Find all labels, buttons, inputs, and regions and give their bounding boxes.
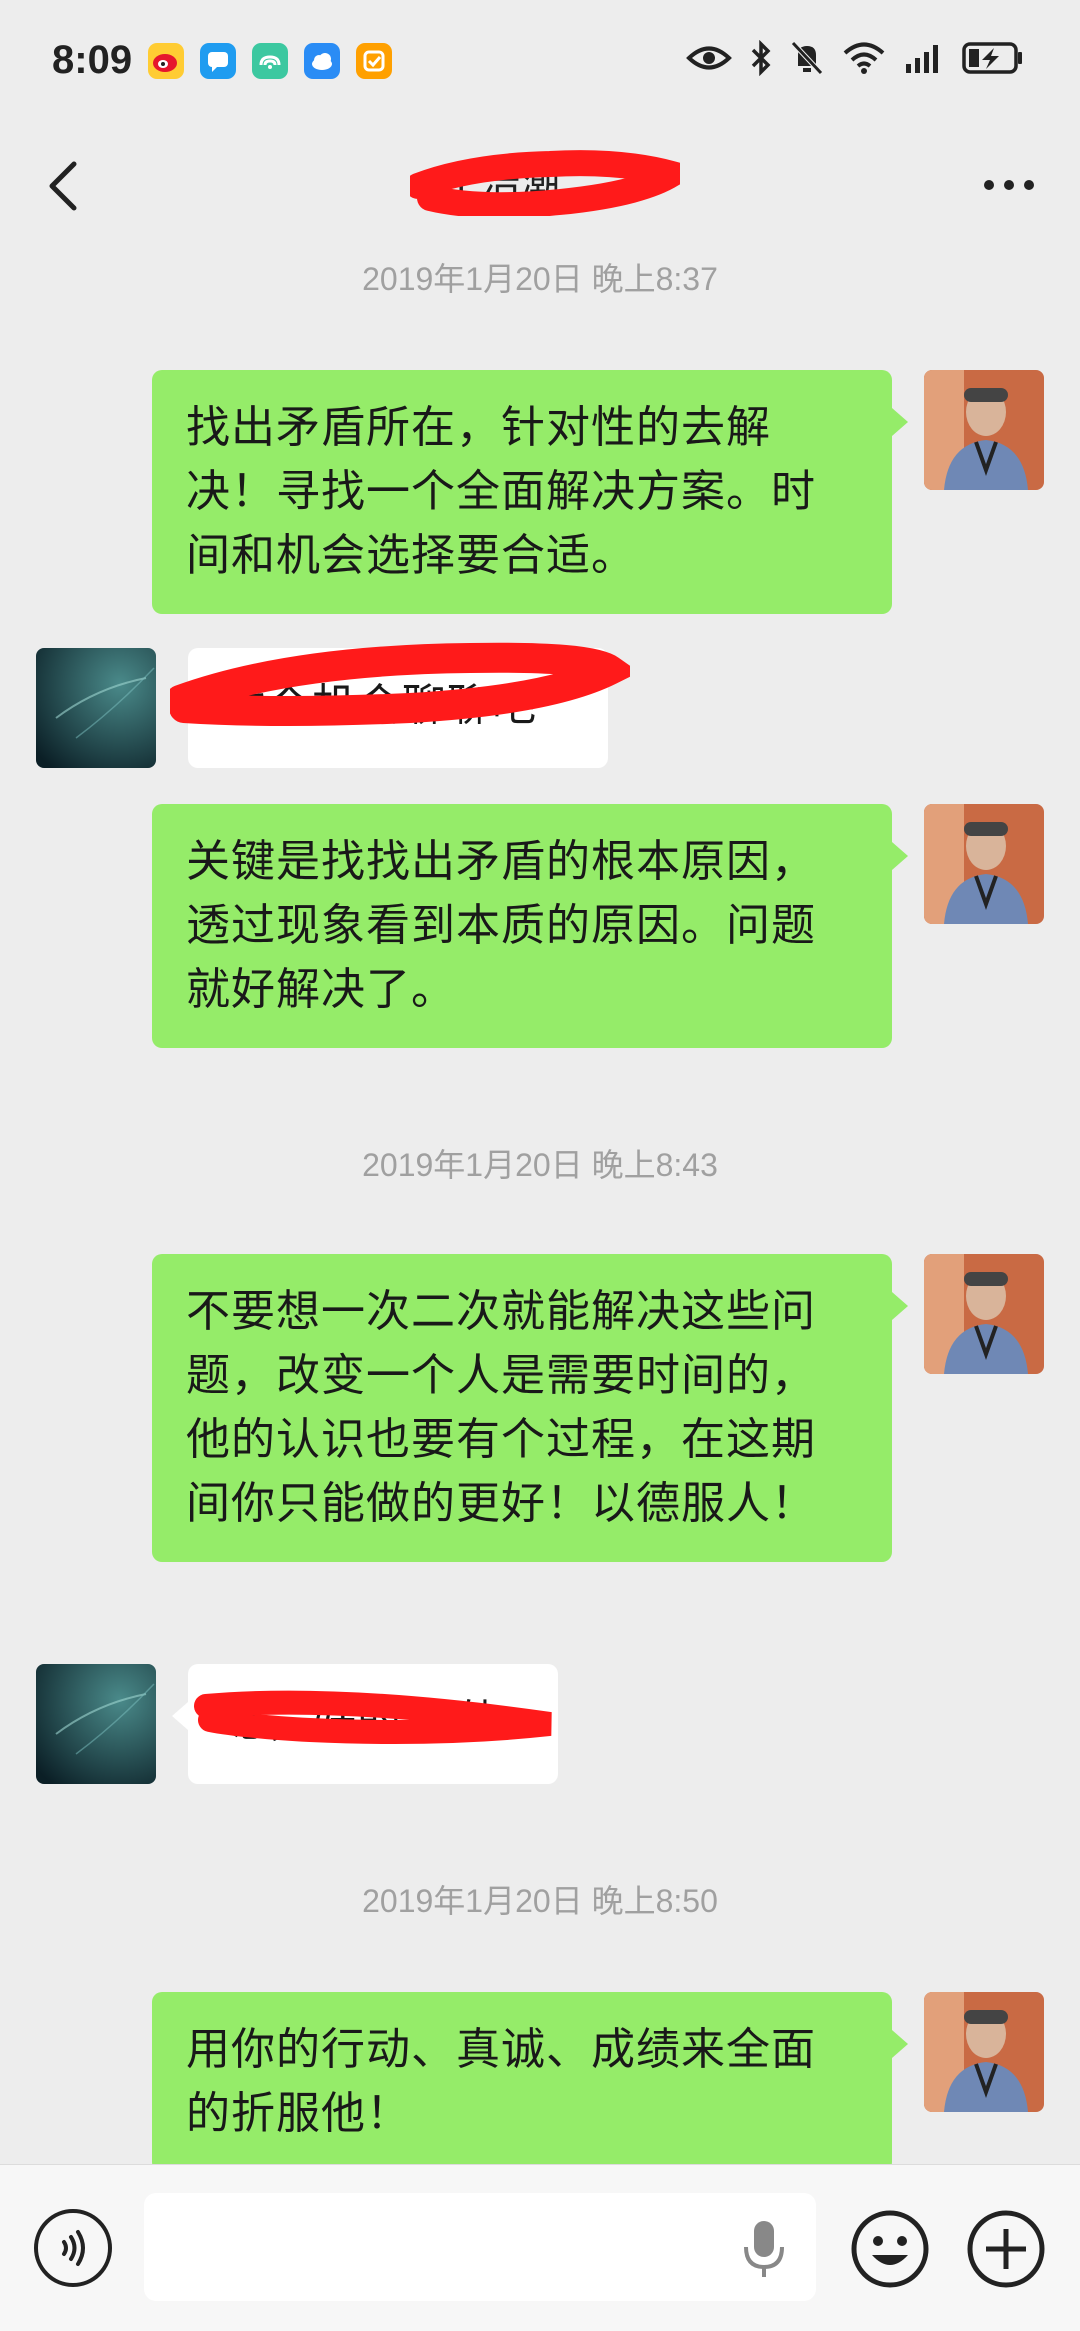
plus-icon[interactable] <box>966 2209 1046 2289</box>
message-text: 不要想一次二次就能解决这些问题，改变一个人是需要时间的，他的认识也要有个过程，在… <box>186 1286 816 1529</box>
sent-message-bubble[interactable]: 不要想一次二次就能解决这些问题，改变一个人是需要时间的，他的认识也要有个过程，在… <box>152 1254 908 1562</box>
sent-message-bubble[interactable]: 找出矛盾所在，针对性的去解决！寻找一个全面解决方案。时间和机会选择要合适。 <box>152 370 908 614</box>
message-text: 关键是找找出矛盾的根本原因，透过现象看到本质的原因。问题就好解决了。 <box>186 836 816 1015</box>
cloud-sync-icon <box>252 43 288 79</box>
emoji-icon[interactable] <box>850 2209 930 2289</box>
my-avatar[interactable] <box>924 370 1044 490</box>
message-icon <box>200 43 236 79</box>
signal-icon <box>906 45 938 73</box>
system-indicators <box>686 40 1024 76</box>
received-message-bubble[interactable]: 嗯，好的谢谢 <box>172 1664 558 1784</box>
chat-header: 丁浩潮 <box>0 120 1080 250</box>
mall-icon <box>356 43 392 79</box>
received-message-bubble[interactable]: 找个机会聊聊吧 <box>172 648 608 768</box>
message-text: 嗯，好的谢谢 <box>222 1696 492 1747</box>
clock: 8:09 <box>52 38 133 82</box>
message-text: 找个机会聊聊吧 <box>222 680 537 731</box>
sent-message-bubble[interactable]: 用你的行动、真诚、成绩来全面的折服他！ <box>152 1992 908 2172</box>
contact-avatar[interactable] <box>36 648 156 768</box>
message-text: 找出矛盾所在，针对性的去解决！寻找一个全面解决方案。时间和机会选择要合适。 <box>186 402 816 581</box>
message-input[interactable] <box>144 2193 816 2301</box>
my-avatar[interactable] <box>924 1254 1044 1374</box>
status-bar: 8:09 <box>0 0 1080 120</box>
chevron-left-icon[interactable] <box>36 146 96 226</box>
message-input-bar <box>0 2164 1080 2331</box>
my-avatar[interactable] <box>924 1992 1044 2112</box>
sent-message-bubble[interactable]: 关键是找找出矛盾的根本原因，透过现象看到本质的原因。问题就好解决了。 <box>152 804 908 1048</box>
message-text: 用你的行动、真诚、成绩来全面的折服他！ <box>186 2024 816 2139</box>
more-icon[interactable] <box>974 160 1044 210</box>
chat-title[interactable]: 丁浩潮 <box>440 150 660 208</box>
contact-avatar[interactable] <box>36 1664 156 1784</box>
message-timestamp: 2019年1月20日 晚上8:50 <box>362 1883 718 1919</box>
weibo-icon <box>148 43 184 79</box>
voice-icon[interactable] <box>34 2209 112 2287</box>
wifi-icon <box>843 42 885 74</box>
my-avatar[interactable] <box>924 804 1044 924</box>
notification-icons <box>148 43 392 79</box>
battery-icon <box>962 42 1022 74</box>
mute-icon <box>791 41 823 75</box>
message-timestamp: 2019年1月20日 晚上8:43 <box>362 1147 718 1183</box>
bluetooth-icon <box>751 40 771 76</box>
microphone-icon[interactable] <box>740 2217 788 2281</box>
cloud-icon <box>304 43 340 79</box>
message-timestamp: 2019年1月20日 晚上8:37 <box>362 261 718 297</box>
eye-icon <box>686 46 732 70</box>
